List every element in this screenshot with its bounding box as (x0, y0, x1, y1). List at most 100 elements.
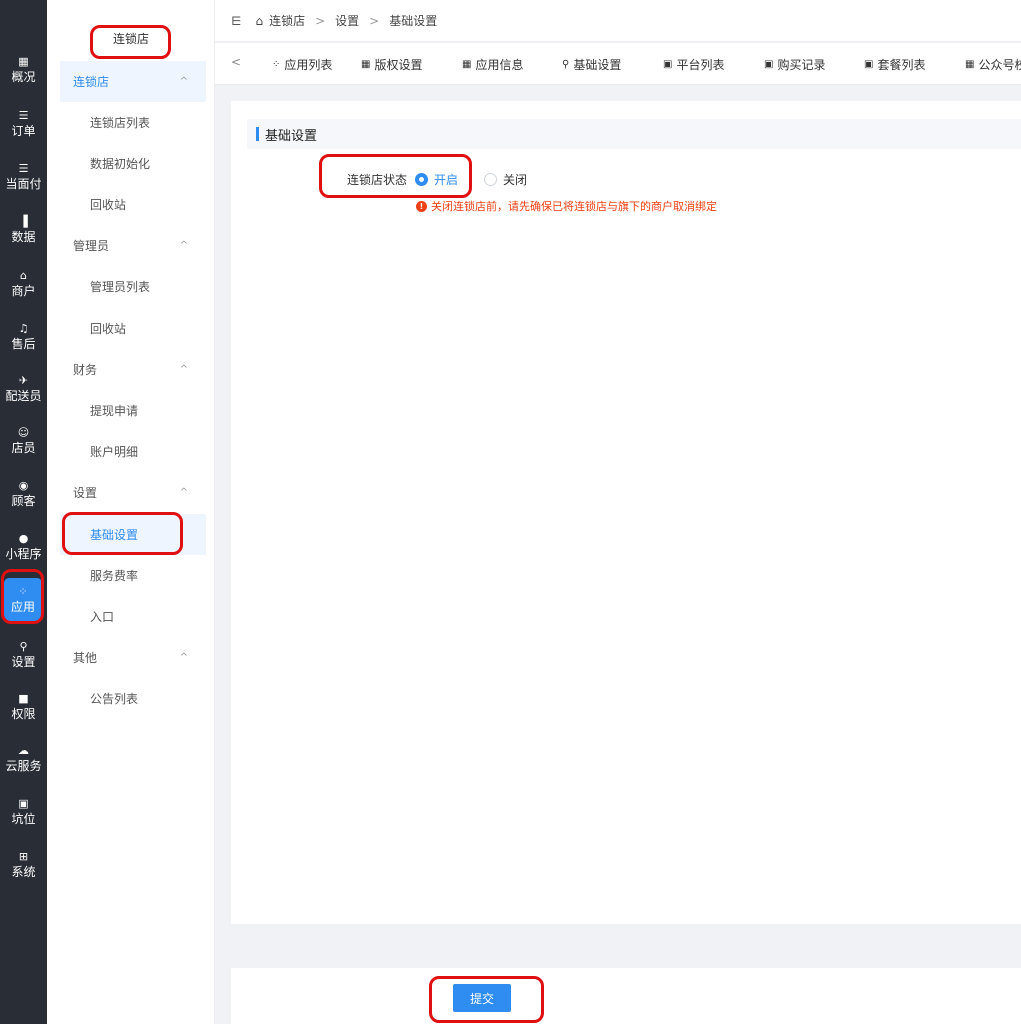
tab-official-account[interactable]: ▦ 公众号校 (965, 56, 1021, 73)
sidebar-item-withdrawals[interactable]: 提现申请 (60, 390, 206, 431)
rail-item-overview[interactable]: ▦ 概况 (0, 45, 47, 95)
rail-item-data[interactable]: ▐ 数据 (0, 205, 47, 255)
chart-icon: ▣ (764, 59, 774, 70)
radio-label: 关闭 (503, 173, 528, 187)
main-nav-rail: ▦ 概况 ☰ 订单 ☰ 当面付 ▐ 数据 ⌂ 商户 ♫ 售后 ✈ 配送员 ☺ 店员 ◉ 顾客 ● 小… (0, 0, 47, 1024)
radio-unchecked-icon (484, 173, 498, 186)
radio-open[interactable]: 开启 (415, 171, 458, 188)
sidebar-item-entry[interactable]: 入口 (60, 596, 206, 637)
settings-icon: ⚲ (562, 59, 570, 70)
tab-copyright[interactable]: ▦ 版权设置 (361, 56, 422, 73)
rail-item-staff[interactable]: ☺ 店员 (0, 416, 47, 466)
radio-label: 开启 (434, 173, 459, 187)
warning-message: ! 关闭连锁店前，请先确保已将连锁店与旗下的商户取消绑定 (416, 198, 717, 214)
customer-icon: ◉ (18, 479, 29, 492)
sidebar-item-account-details[interactable]: 账户明细 (60, 431, 206, 472)
rail-item-customers[interactable]: ◉ 顾客 (0, 469, 47, 519)
chevron-up-icon: ^ (179, 652, 188, 663)
rail-label: 配送员 (5, 389, 42, 403)
rail-item-slots[interactable]: ▣ 坑位 (0, 787, 47, 837)
rail-item-mini-program[interactable]: ● 小程序 (0, 522, 47, 572)
breadcrumb-item[interactable]: 设置 (335, 12, 359, 29)
sidebar-item-admin-list[interactable]: 管理员列表 (60, 266, 206, 307)
sidebar-item-announcements[interactable]: 公告列表 (60, 678, 206, 719)
rail-item-after-sales[interactable]: ♫ 售后 (0, 312, 47, 362)
list-icon: ☰ (18, 109, 29, 122)
breadcrumb-current: 基础设置 (389, 14, 438, 28)
rail-label: 售后 (11, 337, 36, 351)
wechat-icon: ● (18, 532, 29, 545)
bar-chart-icon: ▐ (19, 215, 28, 228)
form-footer: 提交 (231, 968, 1021, 1024)
sidebar-group-finance[interactable]: 财务 ^ (60, 349, 206, 390)
sidebar-item-label: 连锁店 (73, 75, 110, 89)
users-icon: ☺ (17, 426, 30, 439)
tab-app-list[interactable]: ⁘ 应用列表 (272, 56, 332, 73)
lock-icon: ■ (18, 692, 29, 705)
tab-label: 基础设置 (573, 58, 622, 72)
top-bar: ⋿ ⌂ 连锁店 > 设置 > 基础设置 (215, 0, 1021, 42)
radio-close[interactable]: 关闭 (484, 171, 527, 188)
sidebar-item-label: 回收站 (90, 198, 127, 212)
rail-item-system[interactable]: ⊞ 系统 (0, 840, 47, 890)
tab-basic-settings[interactable]: ⚲ 基础设置 (562, 56, 621, 73)
sidebar-group-chain-store[interactable]: 连锁店 ^ (60, 61, 206, 102)
grid-icon: ▦ (361, 59, 371, 70)
rail-item-merchants[interactable]: ⌂ 商户 (0, 259, 47, 309)
rail-item-face-pay[interactable]: ☰ 当面付 (0, 152, 47, 202)
slot-icon: ▣ (18, 797, 29, 810)
breadcrumb-item[interactable]: 连锁店 (269, 12, 305, 29)
sidebar-item-label: 公告列表 (90, 692, 139, 706)
rail-item-permissions[interactable]: ■ 权限 (0, 682, 47, 732)
sidebar-item-data-init[interactable]: 数据初始化 (60, 143, 206, 184)
collapse-menu-icon[interactable]: ⋿ (231, 14, 241, 28)
tab-label: 版权设置 (374, 58, 423, 72)
rail-item-cloud[interactable]: ☁ 云服务 (0, 734, 47, 784)
tab-label: 应用列表 (284, 58, 333, 72)
radio-checked-icon (415, 173, 429, 186)
rail-item-couriers[interactable]: ✈ 配送员 (0, 364, 47, 414)
sidebar-item-admin-recycle-bin[interactable]: 回收站 (60, 308, 206, 349)
sidebar-item-label: 管理员列表 (90, 280, 151, 294)
sidebar-item-label: 基础设置 (90, 528, 139, 542)
rail-item-orders[interactable]: ☰ 订单 (0, 99, 47, 149)
tab-bar: < ⁘ 应用列表 ▦ 版权设置 ▦ 应用信息 ⚲ 基础设置 ▣ 平台列表 ▣ 购买记录 ▣ 套… (215, 43, 1021, 85)
sidebar-group-other[interactable]: 其他 ^ (60, 637, 206, 678)
sidebar-item-label: 连锁店列表 (90, 116, 151, 130)
secondary-sidebar: 连锁店 连锁店 ^ 连锁店列表 数据初始化 回收站 管理员 ^ 管理员列表 回收站 … (47, 0, 215, 1024)
dashboard-icon: ▦ (18, 55, 29, 68)
tab-package-list[interactable]: ▣ 套餐列表 (864, 56, 925, 73)
rail-label: 系统 (11, 865, 36, 879)
sidebar-group-settings[interactable]: 设置 ^ (60, 472, 206, 513)
submit-button[interactable]: 提交 (453, 984, 511, 1012)
rail-item-settings[interactable]: ⚲ 设置 (0, 630, 47, 680)
tab-platform-list[interactable]: ▣ 平台列表 (663, 56, 724, 73)
tab-app-info[interactable]: ▦ 应用信息 (462, 56, 523, 73)
sidebar-group-admins[interactable]: 管理员 ^ (60, 225, 206, 266)
store-status-field: 连锁店状态 开启 关闭 (347, 171, 553, 188)
tab-label: 套餐列表 (877, 58, 926, 72)
rail-item-apps[interactable]: ⁘ 应用 (4, 578, 42, 622)
tab-label: 购买记录 (777, 58, 826, 72)
sidebar-item-label: 其他 (73, 651, 98, 665)
list-icon: ☰ (18, 162, 29, 175)
section-title: 基础设置 (265, 128, 318, 144)
chevron-up-icon: ^ (179, 364, 188, 375)
sidebar-item-label: 入口 (90, 610, 115, 624)
rail-label: 权限 (11, 707, 36, 721)
sidebar-item-label: 财务 (73, 363, 98, 377)
sidebar-item-service-rate[interactable]: 服务费率 (60, 555, 206, 596)
sidebar-item-basic-settings[interactable]: 基础设置 (60, 514, 206, 555)
sidebar-item-recycle-bin[interactable]: 回收站 (60, 184, 206, 225)
rail-label: 店员 (11, 441, 36, 455)
sidebar-item-label: 提现申请 (90, 404, 139, 418)
rail-label: 顾客 (11, 494, 36, 508)
rail-label: 应用 (10, 600, 35, 614)
tab-label: 应用信息 (475, 58, 524, 72)
sidebar-title: 连锁店 (112, 32, 149, 46)
rail-label: 设置 (11, 655, 36, 669)
chevron-left-icon[interactable]: < (231, 55, 241, 69)
chevron-up-icon: ^ (179, 76, 188, 87)
tab-purchase-records[interactable]: ▣ 购买记录 (764, 56, 825, 73)
sidebar-item-store-list[interactable]: 连锁店列表 (60, 102, 206, 143)
